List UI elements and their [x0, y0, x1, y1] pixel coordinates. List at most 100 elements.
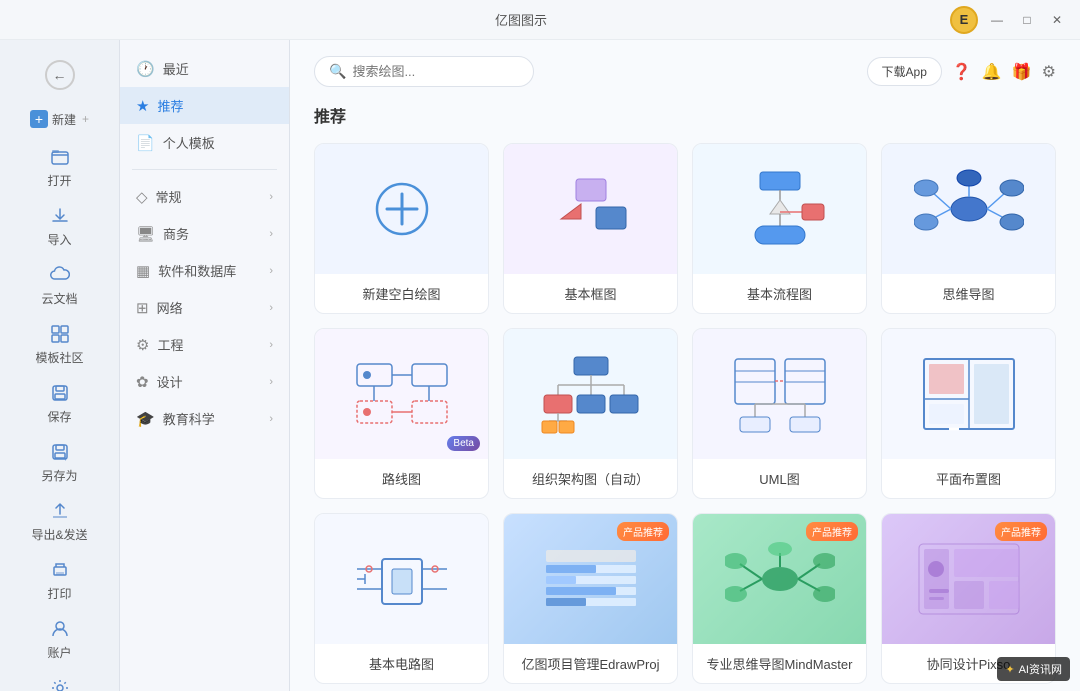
nav-item-network-label: 网络 [157, 298, 183, 317]
content-header: 🔍 下载App ❓ 🔔 🎁 ⚙ [290, 40, 1080, 99]
nav-item-software[interactable]: ▦ 软件和数据库 › [120, 252, 289, 289]
sidebar-item-import[interactable]: 导入 [0, 197, 119, 256]
sidebar-item-new[interactable]: + 新建 + [0, 100, 119, 138]
sidebar-item-cloud[interactable]: 云文档 [0, 256, 119, 315]
nav-item-network[interactable]: ⊞ 网络 › [120, 289, 289, 326]
sidebar-item-cloud-label: 云文档 [41, 290, 77, 307]
download-app-button[interactable]: 下载App [867, 57, 942, 86]
card-label-mindmaster: 专业思维导图MindMaster [693, 644, 866, 683]
software-icon: ▦ [136, 262, 150, 280]
sidebar-item-open-label: 打开 [47, 172, 71, 189]
nav-item-design-label: 设计 [157, 372, 183, 391]
nav-item-design[interactable]: ✿ 设计 › [120, 363, 289, 400]
search-icon: 🔍 [329, 63, 346, 80]
sidebar-item-export[interactable]: 导出&发送 [0, 492, 119, 551]
nav-item-recent[interactable]: 🕐 最近 [120, 50, 289, 87]
nav-item-general[interactable]: ◇ 常规 › [120, 178, 289, 215]
saveas-icon: + [49, 441, 71, 463]
card-img-basic-flow [693, 144, 866, 274]
sidebar-item-options[interactable]: 选项 [0, 669, 119, 691]
personal-icon: 📄 [136, 134, 155, 152]
import-icon [49, 205, 71, 227]
arrow-icon: › [269, 265, 273, 277]
arrow-icon: › [269, 228, 273, 240]
sidebar-item-save-label: 保存 [47, 408, 71, 425]
nav-item-business-label: 商务 [163, 224, 189, 243]
nav-item-personal-label: 个人模板 [163, 133, 215, 152]
svg-text:+: + [63, 454, 68, 462]
nav-item-recommend[interactable]: ★ 推荐 [120, 87, 289, 124]
sidebar-item-account[interactable]: 账户 [0, 610, 119, 669]
template-card-circuit[interactable]: 基本电路图 [314, 513, 489, 684]
question-icon[interactable]: ❓ [952, 62, 972, 82]
nav-item-engineering[interactable]: ⚙ 工程 › [120, 326, 289, 363]
arrow-icon: › [269, 413, 273, 425]
sidebar-item-templates[interactable]: 模板社区 [0, 315, 119, 374]
bell-icon[interactable]: 🔔 [982, 62, 1002, 82]
sidebar-item-templates-label: 模板社区 [35, 349, 83, 366]
recommend-section-title: 推荐 [314, 103, 1056, 127]
nav-item-recent-label: 最近 [163, 59, 189, 78]
cloud-icon [49, 264, 71, 286]
title-bar: 亿图图示 E — □ ✕ [0, 0, 1080, 40]
template-card-mindmaster[interactable]: 产品推荐 专业思维导图MindMaster [692, 513, 867, 684]
sidebar-item-open[interactable]: 打开 [0, 138, 119, 197]
left-sidebar: ← + 新建 + 打开 导入 云文档 [0, 40, 120, 691]
close-button[interactable]: ✕ [1046, 9, 1068, 31]
gift-icon[interactable]: 🎁 [1012, 62, 1032, 82]
template-card-uml[interactable]: UML图 [692, 328, 867, 499]
sidebar-bottom: 账户 选项 [0, 610, 119, 691]
new-plus-icon: + [30, 110, 48, 128]
card-img-route: Beta [315, 329, 488, 459]
options-icon [49, 677, 71, 691]
template-card-new-blank[interactable]: 新建空白绘图 [314, 143, 489, 314]
card-label-edrawproj: 亿图项目管理EdrawProj [504, 644, 677, 683]
main-layout: ← + 新建 + 打开 导入 云文档 [0, 40, 1080, 691]
print-icon [49, 559, 71, 581]
nav-item-education[interactable]: 🎓 教育科学 › [120, 400, 289, 437]
minimize-button[interactable]: — [986, 9, 1008, 31]
business-icon: 🖥 [136, 225, 155, 243]
card-label-basic-frame: 基本框图 [504, 274, 677, 313]
sidebar-item-save[interactable]: 保存 [0, 374, 119, 433]
product-badge-edrawproj: 产品推荐 [617, 522, 669, 541]
sidebar-item-print-label: 打印 [47, 585, 71, 602]
nav-divider [132, 169, 277, 170]
template-card-edrawproj[interactable]: 产品推荐 亿图项目管理EdrawProj [503, 513, 678, 684]
sidebar-item-saveas[interactable]: + 另存为 [0, 433, 119, 492]
template-card-mindmap[interactable]: 思维导图 [881, 143, 1056, 314]
watermark: ✦ AI资讯网 [997, 657, 1070, 681]
app-title: 亿图图示 [495, 10, 547, 29]
search-input[interactable] [352, 64, 519, 79]
nav-item-personal[interactable]: 📄 个人模板 [120, 124, 289, 161]
sidebar-item-account-label: 账户 [47, 644, 71, 661]
user-avatar[interactable]: E [950, 6, 978, 34]
education-icon: 🎓 [136, 410, 155, 428]
template-card-basic-flow[interactable]: 基本流程图 [692, 143, 867, 314]
card-img-pixso: 产品推荐 [882, 514, 1055, 644]
card-img-new-blank [315, 144, 488, 274]
card-label-mindmap: 思维导图 [882, 274, 1055, 313]
template-card-floor-plan[interactable]: 平面布置图 [881, 328, 1056, 499]
maximize-button[interactable]: □ [1016, 9, 1038, 31]
card-img-floor-plan [882, 329, 1055, 459]
sidebar-item-import-label: 导入 [47, 231, 71, 248]
template-grid: 新建空白绘图 基本框图 [314, 143, 1056, 684]
card-label-new-blank: 新建空白绘图 [315, 274, 488, 313]
card-img-mindmaster: 产品推荐 [693, 514, 866, 644]
template-card-org-chart[interactable]: 组织架构图（自动） [503, 328, 678, 499]
card-label-route: 路线图 [315, 459, 488, 498]
back-button[interactable]: ← [0, 50, 119, 100]
arrow-icon: › [269, 339, 273, 351]
window-controls: E — □ ✕ [950, 6, 1068, 34]
settings-icon[interactable]: ⚙ [1042, 62, 1056, 82]
sidebar-item-print[interactable]: 打印 [0, 551, 119, 610]
card-img-circuit [315, 514, 488, 644]
template-card-route[interactable]: Beta 路线图 [314, 328, 489, 499]
nav-item-recommend-label: 推荐 [157, 96, 183, 115]
card-label-basic-flow: 基本流程图 [693, 274, 866, 313]
nav-item-business[interactable]: 🖥 商务 › [120, 215, 289, 252]
search-box[interactable]: 🔍 [314, 56, 534, 87]
sidebar-item-export-label: 导出&发送 [31, 526, 87, 543]
template-card-basic-frame[interactable]: 基本框图 [503, 143, 678, 314]
